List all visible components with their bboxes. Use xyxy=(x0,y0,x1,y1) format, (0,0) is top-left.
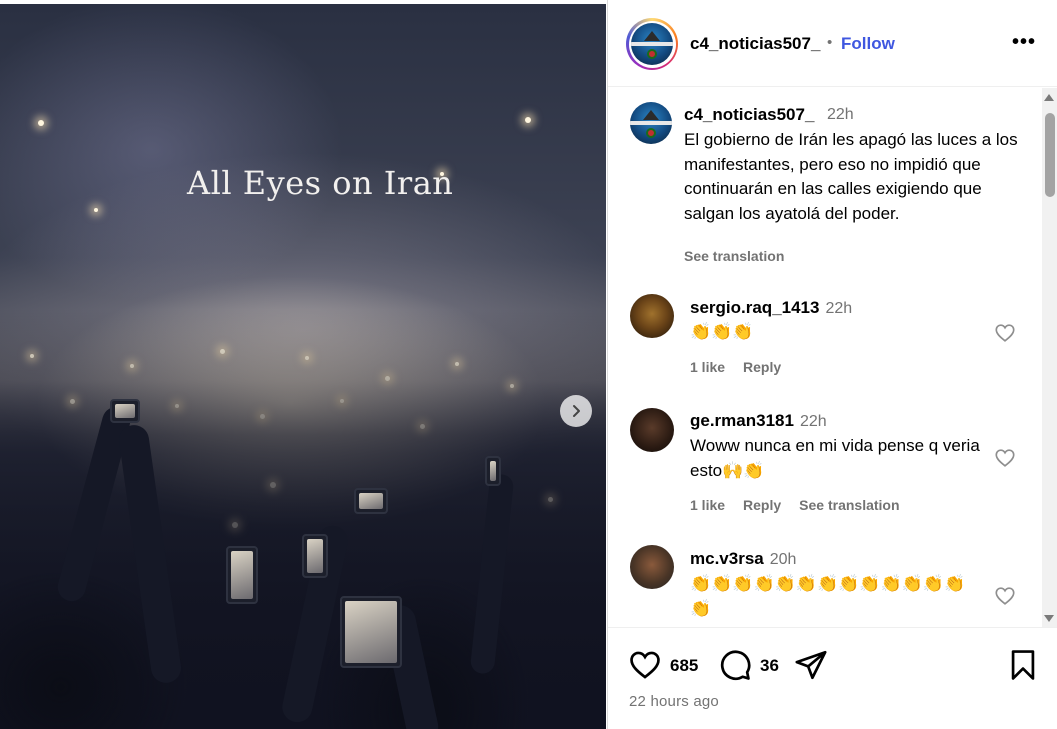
distant-light xyxy=(94,208,98,212)
comment-username[interactable]: mc.v3rsa 20h xyxy=(690,549,796,569)
comment-likes[interactable]: 1 like xyxy=(690,359,725,375)
scrollbar-thumb[interactable] xyxy=(1045,113,1055,197)
comment-reply-button[interactable]: Reply xyxy=(743,497,781,513)
comment-count[interactable]: 36 xyxy=(760,656,779,676)
comment-likes[interactable]: 1 like xyxy=(690,497,725,513)
comment-username[interactable]: sergio.raq_1413 22h xyxy=(690,298,852,318)
comment-avatar[interactable] xyxy=(630,408,674,452)
author-username[interactable]: c4_noticias507_ xyxy=(690,34,820,54)
comment-text: 👏👏👏👏👏👏👏👏👏👏👏👏👏👏 xyxy=(690,574,966,618)
phone-screen xyxy=(340,596,402,668)
like-count[interactable]: 685 xyxy=(670,656,698,676)
phone-screen xyxy=(485,456,501,486)
post-side-panel: c4_noticias507_ • Follow ••• c4_noticias… xyxy=(607,0,1057,729)
caption-see-translation[interactable]: See translation xyxy=(684,248,784,264)
comment-see-translation[interactable]: See translation xyxy=(799,497,899,513)
caption-text: El gobierno de Irán les apagó las luces … xyxy=(684,130,1018,223)
distant-light xyxy=(38,120,44,126)
scroll-down-arrow-icon[interactable] xyxy=(1044,615,1054,622)
heart-icon[interactable] xyxy=(994,447,1016,469)
next-slide-button[interactable] xyxy=(560,395,592,427)
comment-time: 22h xyxy=(825,300,853,317)
post-timestamp: 22 hours ago xyxy=(629,693,719,710)
comment-avatar[interactable] xyxy=(630,545,674,589)
channel-logo xyxy=(630,102,672,144)
comment-time: 22h xyxy=(799,413,827,430)
phone-screen xyxy=(226,546,258,604)
comment-reply-button[interactable]: Reply xyxy=(743,359,781,375)
post-header: c4_noticias507_ • Follow ••• xyxy=(608,0,1057,87)
media-overlay-text: All Eyes on Iran xyxy=(187,164,454,202)
channel-logo xyxy=(631,23,673,65)
phone-screen xyxy=(302,534,328,578)
comment-username[interactable]: ge.rman3181 22h xyxy=(690,411,827,431)
post-media[interactable]: All Eyes on Iran xyxy=(0,4,606,729)
scrollbar[interactable] xyxy=(1042,88,1057,627)
comment-avatar[interactable] xyxy=(630,294,674,338)
like-heart-icon[interactable] xyxy=(628,648,662,682)
comment-username-text[interactable]: ge.rman3181 xyxy=(690,411,794,430)
comment-time: 20h xyxy=(769,551,797,568)
caption-avatar[interactable] xyxy=(630,102,672,144)
comment-text: Woww nunca en mi vida pense q veria esto… xyxy=(690,436,980,480)
comment-username-text[interactable]: sergio.raq_1413 xyxy=(690,298,819,317)
author-avatar[interactable] xyxy=(626,18,678,70)
comment-username-text[interactable]: mc.v3rsa xyxy=(690,549,764,568)
more-options-icon[interactable]: ••• xyxy=(1012,30,1036,54)
heart-icon[interactable] xyxy=(994,585,1016,607)
comment-text: 👏👏👏 xyxy=(690,322,754,341)
chevron-right-icon xyxy=(573,405,580,417)
comment-meta: 1 like Reply See translation xyxy=(690,497,918,513)
comment-meta: 1 like Reply xyxy=(690,359,799,375)
bookmark-icon[interactable] xyxy=(1006,648,1040,682)
share-send-icon[interactable] xyxy=(794,648,828,682)
caption-time: 22h xyxy=(827,106,854,123)
header-separator: • xyxy=(827,34,833,51)
scroll-up-arrow-icon[interactable] xyxy=(1044,94,1054,101)
phone-screen xyxy=(110,399,140,423)
post-actions: 685 36 22 hours ago xyxy=(608,628,1057,729)
distant-light xyxy=(525,117,531,123)
phone-screen xyxy=(354,488,388,514)
follow-button[interactable]: Follow xyxy=(841,34,895,54)
caption-username[interactable]: c4_noticias507_ xyxy=(684,105,814,125)
comment-bubble-icon[interactable] xyxy=(718,648,752,682)
heart-icon[interactable] xyxy=(994,322,1016,344)
comments-section[interactable]: c4_noticias507_ 22h El gobierno de Irán … xyxy=(608,88,1057,628)
